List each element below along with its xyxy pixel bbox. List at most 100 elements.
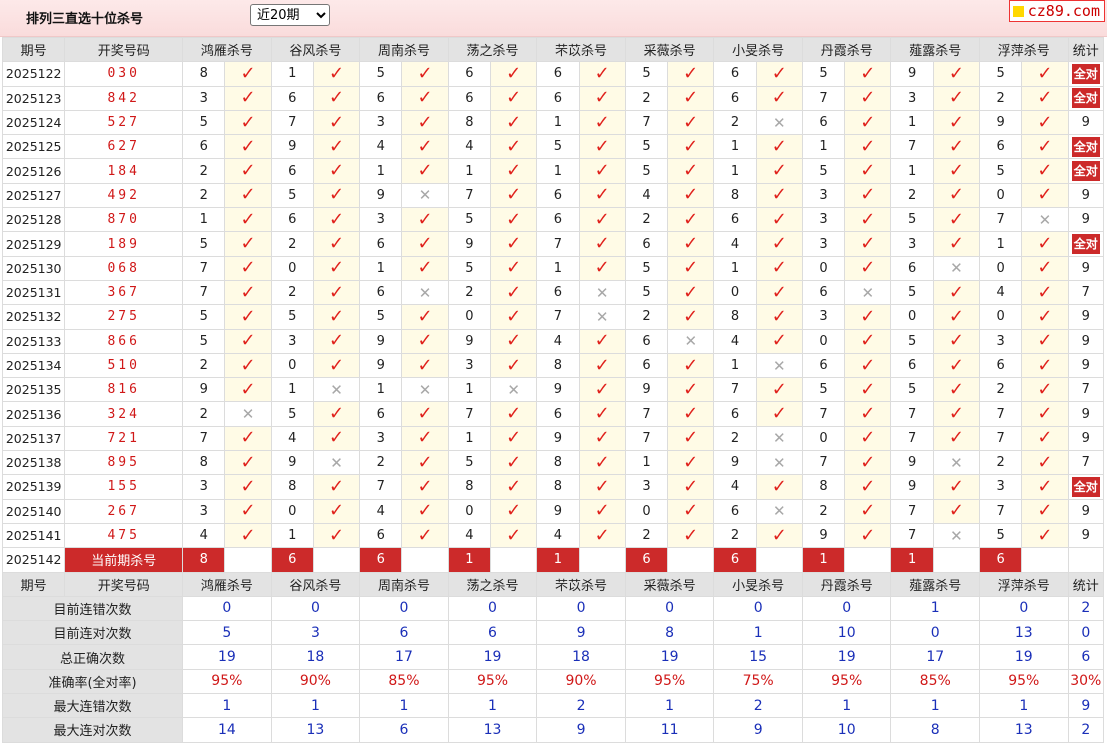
result-mark-cell: ✓	[578, 182, 626, 209]
result-mark-cell: ✓	[224, 231, 272, 257]
col-expert: 荡之杀号	[447, 571, 538, 597]
check-icon: ✓	[1037, 330, 1053, 352]
result-mark-cell: ✓	[489, 279, 538, 306]
period-range-select[interactable]: 近20期	[250, 4, 330, 26]
kill-number-cell: 2	[979, 85, 1023, 111]
result-mark-cell: ✓	[667, 401, 715, 427]
kill-number-cell: 0	[890, 304, 934, 330]
result-mark-cell: ✓	[312, 474, 361, 500]
summary-value: 1	[890, 693, 981, 719]
check-icon: ✓	[506, 62, 522, 84]
check-icon: ✓	[328, 184, 345, 206]
result-mark-cell: ✓	[844, 450, 892, 476]
brand-logo[interactable]: cz89.com	[1008, 0, 1105, 22]
kill-number-cell: 5	[801, 377, 846, 403]
kill-number-cell: 5	[979, 158, 1023, 184]
kill-number-cell: 4	[624, 182, 669, 209]
kill-number-cell: 4	[447, 522, 491, 549]
check-icon: ✓	[594, 403, 610, 425]
current-pick-spacer	[755, 547, 803, 573]
result-mark-cell: ✓	[667, 158, 715, 184]
stat-cell: 9	[1067, 207, 1105, 233]
kill-number-cell: 2	[624, 304, 669, 330]
stat-cell: 全对	[1067, 158, 1105, 184]
check-icon: ✓	[240, 305, 256, 327]
result-mark-cell: ✓	[755, 85, 803, 111]
check-icon: ✓	[506, 111, 522, 133]
summary-row: 准确率(全对率) 95% 90% 85% 95% 90% 95% 75% 95% 85% 95% 30…	[1, 668, 1105, 695]
result-mark-cell: ✓	[224, 352, 272, 379]
cross-icon: ✕	[772, 356, 786, 375]
col-expert: 丹霞杀号	[801, 36, 892, 63]
col-expert: 周南杀号	[359, 36, 449, 63]
summary-stat-value: 2	[1067, 595, 1105, 622]
kill-number-cell: 1	[713, 255, 757, 281]
result-mark-cell: ✓	[312, 401, 361, 427]
cross-icon: ✕	[772, 453, 786, 472]
check-icon: ✓	[328, 500, 345, 522]
result-mark-cell: ✓	[755, 474, 803, 500]
period-cell: 2025127	[1, 182, 66, 209]
check-icon: ✓	[948, 330, 964, 352]
check-icon: ✓	[1037, 524, 1053, 546]
check-icon: ✓	[771, 160, 787, 182]
check-icon: ✓	[506, 305, 522, 327]
result-mark-cell: ✕	[489, 377, 538, 403]
summary-value: 19	[447, 644, 538, 670]
kill-number-cell: 5	[182, 304, 226, 330]
kill-number-cell: 9	[890, 450, 934, 476]
check-icon: ✓	[417, 427, 433, 449]
result-mark-cell: ✓	[1021, 182, 1069, 209]
check-icon: ✓	[683, 451, 699, 473]
cross-icon: ✕	[330, 453, 343, 472]
result-mark-cell: ✓	[844, 182, 892, 209]
result-mark-cell: ✓	[844, 61, 892, 87]
period-cell: 2025137	[1, 425, 66, 452]
result-mark-cell: ✕	[401, 182, 449, 209]
cross-icon: ✕	[684, 332, 698, 351]
cross-icon: ✕	[330, 380, 343, 399]
kill-number-cell: 7	[536, 304, 580, 330]
summary-stat-value: 0	[1067, 620, 1105, 646]
summary-value: 13	[979, 620, 1069, 646]
period-cell: 2025122	[1, 61, 66, 87]
result-mark-cell: ✓	[312, 352, 361, 379]
kill-number-cell: 0	[801, 425, 846, 452]
summary-row: 最大连错次数 1 1 1 1 2 1 2 1 1 1 9	[1, 693, 1105, 719]
table-row: 2025122 030 8 ✓ 1 ✓ 5 ✓ 6 ✓ 6 ✓ 5 ✓ 6 ✓ 5 ✓ 9 ✓ 5 ✓ 全对	[1, 61, 1105, 87]
check-icon: ✓	[683, 281, 699, 303]
col-expert: 谷风杀号	[270, 36, 361, 63]
kill-number-cell: 1	[713, 158, 757, 184]
check-icon: ✓	[328, 524, 345, 546]
kill-number-cell: 3	[624, 474, 669, 500]
result-mark-cell: ✓	[932, 279, 981, 306]
result-mark-cell: ✕	[755, 498, 803, 524]
check-icon: ✓	[948, 500, 964, 522]
all-correct-badge: 全对	[1071, 136, 1100, 157]
result-mark-cell: ✓	[401, 401, 449, 427]
check-icon: ✓	[1037, 160, 1053, 182]
kill-number-cell: 9	[624, 377, 669, 403]
result-mark-cell: ✕	[312, 377, 361, 403]
kill-number-cell: 6	[713, 85, 757, 111]
page-title: 排列三直选十位杀号	[26, 12, 144, 27]
draw-number-cell: 189	[64, 231, 184, 257]
summary-value: 0	[447, 595, 538, 622]
result-mark-cell: ✓	[932, 231, 981, 257]
kill-number-cell: 2	[713, 522, 757, 549]
cross-icon: ✕	[418, 186, 432, 205]
check-icon: ✓	[1037, 378, 1053, 400]
kill-number-cell: 7	[447, 182, 491, 209]
kill-number-cell: 6	[713, 61, 757, 87]
table-row: 2025139 155 3 ✓ 8 ✓ 7 ✓ 8 ✓ 8 ✓ 3 ✓ 4 ✓ 8 ✓ 9 ✓ 3 ✓ 全对	[1, 474, 1105, 500]
summary-value: 1	[624, 693, 715, 719]
col-expert: 浮萍杀号	[979, 571, 1069, 597]
check-icon: ✓	[240, 330, 256, 352]
kill-number-cell: 1	[624, 450, 669, 476]
stat-cell: 9	[1067, 522, 1105, 549]
check-icon: ✓	[328, 111, 345, 133]
cross-icon: ✕	[772, 113, 786, 132]
kill-number-cell: 6	[359, 231, 403, 257]
kill-number-cell: 2	[182, 158, 226, 184]
kill-number-cell: 0	[447, 304, 491, 330]
